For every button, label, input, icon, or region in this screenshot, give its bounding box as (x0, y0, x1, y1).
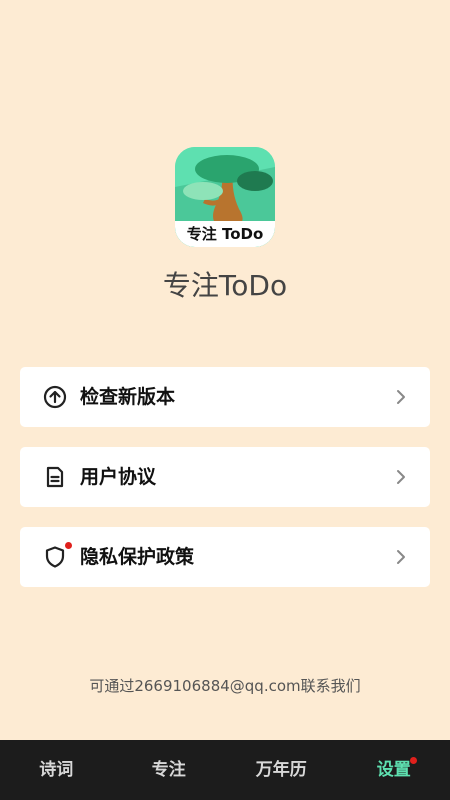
tab-settings[interactable]: 设置 (338, 740, 450, 800)
privacy-policy-label: 隐私保护政策 (80, 546, 195, 568)
tab-poetry[interactable]: 诗词 (0, 740, 113, 800)
notification-dot (65, 542, 72, 549)
document-icon (46, 466, 64, 488)
contact-text: 可通过2669106884@qq.com联系我们 (89, 677, 361, 695)
notification-dot (409, 757, 417, 764)
arrow-up-circle-icon (43, 385, 67, 409)
app-logo-label: 专注 ToDo (175, 221, 275, 247)
check-update-button[interactable]: 检查新版本 (20, 367, 430, 427)
bottom-tab-bar: 诗词 专注 万年历 设置 (0, 740, 450, 800)
chevron-right-icon (397, 470, 405, 484)
check-update-label: 检查新版本 (80, 386, 176, 408)
user-agreement-button[interactable]: 用户协议 (20, 447, 430, 507)
tab-settings-label: 设置 (376, 760, 411, 780)
app-logo: 专注 ToDo (175, 147, 275, 247)
user-agreement-label: 用户协议 (80, 466, 157, 488)
tab-focus[interactable]: 专注 (113, 740, 226, 800)
chevron-right-icon (397, 550, 405, 564)
shield-icon (45, 546, 65, 568)
privacy-policy-button[interactable]: 隐私保护政策 (20, 527, 430, 587)
app-name: 专注ToDo (162, 269, 288, 302)
chevron-right-icon (397, 390, 405, 404)
tab-calendar[interactable]: 万年历 (225, 740, 338, 800)
